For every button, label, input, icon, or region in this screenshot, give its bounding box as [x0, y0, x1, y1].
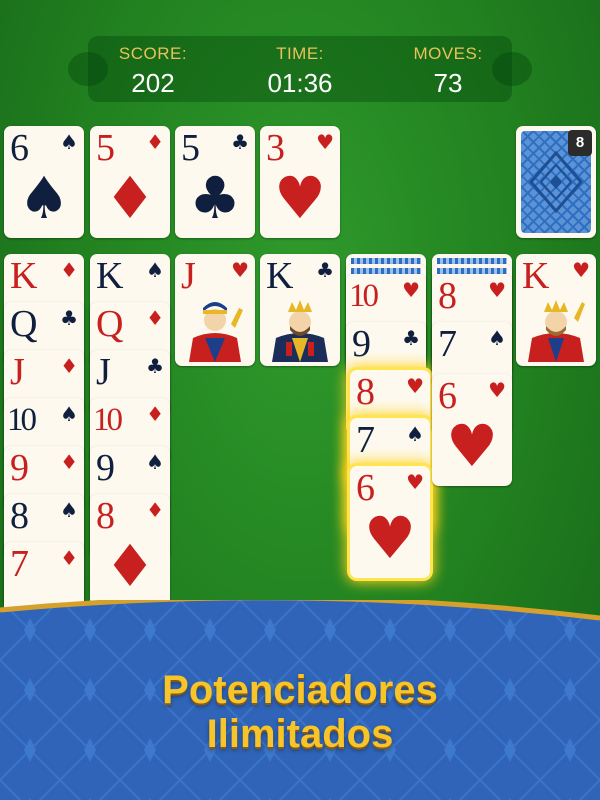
spade-icon: ♠: [146, 450, 164, 474]
foundation-diamonds[interactable]: 5 ♦ ♦: [90, 126, 170, 238]
card-rank: K: [266, 255, 294, 297]
heart-icon: ♥: [274, 164, 326, 232]
heart-icon: ♥: [488, 278, 506, 302]
foundation-spades[interactable]: 6 ♠ ♠: [4, 126, 84, 238]
spade-icon: ♠: [60, 402, 78, 426]
stock-count-badge: 8: [568, 130, 592, 156]
moves-label: MOVES:: [413, 44, 483, 63]
time-stat: TIME: 01:36: [235, 44, 365, 99]
diamond-icon: ♦: [146, 130, 164, 154]
card-rank: 7: [10, 543, 29, 585]
foundation-hearts[interactable]: 3 ♥ ♥: [260, 126, 340, 238]
club-icon: ♣: [402, 326, 420, 350]
card-rank: 8: [10, 495, 29, 537]
diamond-icon: ♦: [60, 546, 78, 570]
spade-icon: ♠: [60, 498, 78, 522]
heart-icon: ♥: [446, 412, 498, 480]
king-face-icon: [266, 298, 334, 362]
heart-icon: ♥: [316, 130, 334, 154]
club-icon: ♣: [231, 130, 249, 154]
heart-icon: ♥: [406, 470, 424, 494]
card-rank: 7: [356, 419, 375, 461]
spade-icon: ♠: [146, 258, 164, 282]
card-rank: 10: [7, 402, 37, 438]
heart-icon: ♥: [402, 278, 420, 302]
club-icon: ♣: [146, 354, 164, 378]
score-value: 202: [131, 68, 175, 98]
card-rank: Q: [10, 303, 38, 345]
card-rank: 10: [349, 278, 379, 314]
diamond-icon: ♦: [104, 164, 156, 232]
tableau-card[interactable]: 6 ♥ ♥: [432, 374, 512, 486]
heart-icon: ♥: [488, 378, 506, 402]
score-label: SCORE:: [118, 44, 188, 63]
card-rank: Q: [96, 303, 124, 345]
card-rank: K: [10, 255, 38, 297]
heart-icon: ♥: [406, 374, 424, 398]
club-icon: ♣: [189, 164, 241, 232]
selected-card[interactable]: 6 ♥ ♥: [350, 466, 430, 578]
diamond-icon: ♦: [146, 498, 164, 522]
diamond-icon: ♦: [104, 532, 156, 600]
heart-icon: ♥: [364, 504, 416, 572]
time-value: 01:36: [267, 68, 333, 98]
diamond-icon: ♦: [146, 306, 164, 330]
card-rank: 8: [356, 371, 375, 413]
card-rank: 10: [93, 402, 123, 438]
tableau-card-jack-hearts[interactable]: J ♥: [175, 254, 255, 366]
promo-title-line-2: Ilimitados: [206, 712, 394, 756]
card-rank: 8: [438, 275, 457, 317]
king-face-icon: [522, 298, 590, 362]
diamond-icon: ♦: [60, 450, 78, 474]
diamond-icon: ♦: [146, 402, 164, 426]
heart-icon: ♥: [572, 258, 590, 282]
heart-icon: ♥: [231, 258, 249, 282]
spade-icon: ♠: [60, 130, 78, 154]
card-rank: J: [96, 351, 111, 393]
moves-stat: MOVES: 73: [383, 44, 513, 99]
score-bar: SCORE: 202 TIME: 01:36 MOVES: 73: [68, 36, 532, 102]
card-rank: J: [181, 255, 196, 297]
tableau-card-king-clubs[interactable]: K ♣: [260, 254, 340, 366]
jack-face-icon: [181, 298, 249, 362]
card-rank: 9: [10, 447, 29, 489]
card-rank: J: [10, 351, 25, 393]
score-stat: SCORE: 202: [88, 44, 218, 99]
promo-title-line-1: Potenciadores: [162, 668, 438, 712]
time-label: TIME:: [276, 44, 324, 63]
diamond-icon: ♦: [60, 258, 78, 282]
card-rank: 9: [96, 447, 115, 489]
spade-icon: ♠: [406, 422, 424, 446]
foundation-clubs[interactable]: 5 ♣ ♣: [175, 126, 255, 238]
card-rank: 7: [438, 323, 457, 365]
stock-pile[interactable]: 8: [516, 126, 596, 238]
card-rank: K: [96, 255, 124, 297]
promo-banner: Potenciadores Ilimitados: [0, 600, 600, 800]
card-rank: 9: [352, 323, 371, 365]
moves-value: 73: [433, 68, 463, 98]
spade-icon: ♠: [488, 326, 506, 350]
club-icon: ♣: [60, 306, 78, 330]
spade-icon: ♠: [18, 164, 70, 232]
tableau-card[interactable]: 8 ♦ ♦: [90, 494, 170, 606]
diamond-icon: ♦: [60, 354, 78, 378]
tableau-card-king-hearts[interactable]: K ♥: [516, 254, 596, 366]
card-rank: K: [522, 255, 550, 297]
club-icon: ♣: [316, 258, 334, 282]
